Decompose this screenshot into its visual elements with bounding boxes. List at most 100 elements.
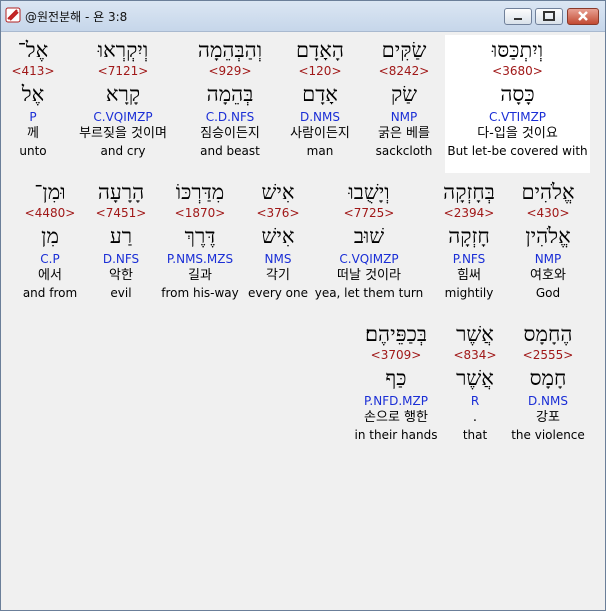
morphology-code: NMP — [390, 110, 418, 124]
word-cell[interactable]: בְּכַפֵּיהֶם׃ <3709> כַּף P.NFD.MZP 손으로 … — [348, 321, 444, 443]
lexical-form: שַׂק — [390, 82, 418, 106]
word-cell[interactable]: וְהַבְּהֵמָה <929> בְּהֵמָה C.D.NFS 짐승이든… — [184, 37, 276, 159]
maximize-button[interactable] — [535, 8, 563, 25]
hebrew-word: אֶל־ — [17, 38, 49, 62]
word-cell[interactable]: הָרָעָה <7451> רַע D.NFS 악한 evil — [88, 179, 154, 301]
word-cell[interactable]: וּמִן־ <4480> מִן C.P 에서 and from — [18, 179, 82, 301]
hebrew-word: וְיִתְכַּסּוּ — [491, 38, 544, 62]
morphology-code: C.D.NFS — [205, 110, 255, 124]
korean-gloss: 강포 — [536, 410, 560, 425]
word-cell[interactable]: הָאָדָם <120> אָדָם D.NMS 사람이든지 man — [278, 37, 362, 159]
lexical-form: אִישׁ — [261, 224, 295, 248]
word-cell[interactable]: אֶל־ <413> אֶל P 께 unto — [10, 37, 56, 159]
strong-number: <430> — [526, 206, 570, 220]
korean-gloss: . — [472, 410, 478, 425]
strong-number: <3709> — [370, 348, 422, 362]
strong-number: <3680> — [492, 64, 543, 78]
english-gloss: from his-way — [161, 286, 239, 300]
hebrew-word: בְּחָזְקָה — [443, 180, 495, 204]
morphology-code: C.P — [40, 252, 60, 266]
word-cell[interactable]: מִדַּרְכּוֹ <1870> דֶּרֶךְ P.NMS.MZS 길과 … — [158, 179, 242, 301]
hebrew-word: אֱלֹהִים — [521, 180, 575, 204]
lexical-form: כַּף — [385, 366, 407, 390]
hebrew-word: בְּכַפֵּיהֶם׃ — [364, 322, 428, 346]
window-title: @원전분해 - 욘 3:8 — [25, 10, 128, 24]
close-button[interactable] — [567, 8, 599, 25]
morphology-code: NMP — [534, 252, 562, 266]
strong-number: <7121> — [97, 64, 149, 78]
english-gloss: God — [535, 286, 561, 300]
lexical-form: דֶּרֶךְ — [184, 224, 216, 248]
strong-number: <1870> — [174, 206, 226, 220]
english-gloss: and beast — [200, 144, 260, 158]
korean-gloss: 악한 — [109, 268, 133, 283]
lexical-form: קָרָא — [105, 82, 141, 106]
morphology-code: P.NMS.MZS — [166, 252, 234, 266]
maximize-icon — [543, 11, 555, 21]
strong-number: <834> — [453, 348, 497, 362]
word-cell[interactable]: בְּחָזְקָה <2394> חָזְקָה P.NFS 힘써 might… — [430, 179, 508, 301]
hebrew-word: וְיִקְרְאוּ — [97, 38, 149, 62]
app-window: @원전분해 - 욘 3:8 וְיִתְכַּסּוּ <3680> כָּסָ… — [0, 0, 606, 611]
english-gloss: man — [306, 144, 334, 158]
morphology-code: C.VQIMZP — [339, 252, 399, 266]
morphology-code: D.NFS — [102, 252, 140, 266]
english-gloss: the violence — [511, 428, 585, 442]
strong-number: <4480> — [24, 206, 76, 220]
hebrew-word: וּמִן־ — [34, 180, 66, 204]
minimize-button[interactable] — [504, 8, 532, 25]
english-gloss: in their hands — [354, 428, 438, 442]
morphology-code: P — [29, 110, 37, 124]
word-cell[interactable]: וְיִקְרְאוּ <7121> קָרָא C.VQIMZP 부르짖을 것… — [64, 37, 182, 159]
word-cell[interactable]: הֶחָמָס <2555> חָמָס D.NMS 강포 the violen… — [508, 321, 588, 443]
english-gloss: unto — [19, 144, 47, 158]
korean-gloss: 여호와 — [530, 268, 566, 283]
lexical-form: אָדָם — [302, 82, 338, 106]
word-cell[interactable]: וְיִתְכַּסּוּ <3680> כָּסָה C.VTIMZP 다-입… — [445, 37, 590, 159]
morphology-code: R — [470, 394, 480, 408]
word-cell[interactable]: אִישׁ <376> אִישׁ NMS 각기 every one — [246, 179, 310, 301]
strong-number: <376> — [256, 206, 300, 220]
lexical-form: כָּסָה — [500, 82, 535, 106]
lexical-form: שׁוּב — [353, 224, 385, 248]
strong-number: <2555> — [522, 348, 574, 362]
strong-number: <929> — [208, 64, 252, 78]
korean-gloss: 굵은 베를 — [378, 126, 430, 141]
lexical-form: חָמָס — [529, 366, 567, 390]
word-cell[interactable]: וְיָשֻׁבוּ <7725> שׁוּב C.VQIMZP 떠날 것이라 … — [312, 179, 426, 301]
english-gloss: and from — [22, 286, 78, 300]
lexical-form: רַע — [109, 224, 133, 248]
english-gloss: sackcloth — [375, 144, 433, 158]
korean-gloss: 다-입을 것이요 — [477, 126, 558, 141]
strong-number: <7725> — [343, 206, 395, 220]
hebrew-word: שַׂקִּים — [381, 38, 427, 62]
morphology-code: P.NFD.MZP — [364, 394, 428, 408]
word-cell[interactable]: אֲשֶׁר <834> אֲשֶׁר R . that — [446, 321, 504, 443]
lexical-form: מִן — [41, 224, 59, 248]
english-gloss: and cry — [100, 144, 146, 158]
morphology-code: D.NMS — [527, 394, 568, 408]
hebrew-word: מִדַּרְכּוֹ — [175, 180, 225, 204]
english-gloss: every one — [247, 286, 309, 300]
hebrew-word: הָרָעָה — [97, 180, 145, 204]
strong-number: <8242> — [378, 64, 430, 78]
title-bar[interactable]: @원전분해 - 욘 3:8 — [1, 1, 605, 32]
english-gloss: mightily — [444, 286, 494, 300]
korean-gloss: 사람이든지 — [290, 126, 350, 141]
lexical-form: אֲשֶׁר — [456, 366, 494, 390]
hebrew-word: וְיָשֻׁבוּ — [348, 180, 390, 204]
korean-gloss: 손으로 행한 — [364, 410, 428, 425]
strong-number: <2394> — [443, 206, 495, 220]
korean-gloss: 께 — [27, 126, 39, 141]
app-icon — [5, 7, 21, 23]
english-gloss: that — [462, 428, 488, 442]
lexical-form: בְּהֵמָה — [206, 82, 254, 106]
word-cell[interactable]: שַׂקִּים <8242> שַׂק NMP 굵은 베를 sackcloth — [364, 37, 444, 159]
hebrew-word: הֶחָמָס — [523, 322, 573, 346]
korean-gloss: 힘써 — [457, 268, 481, 283]
word-cell[interactable]: אֱלֹהִים <430> אֱלֹהִין NMP 여호와 God — [510, 179, 586, 301]
hebrew-word: וְהַבְּהֵמָה — [197, 38, 263, 62]
english-gloss: evil — [110, 286, 132, 300]
english-gloss: yea, let them turn — [314, 286, 424, 300]
lexical-form: אֶל — [21, 82, 45, 106]
